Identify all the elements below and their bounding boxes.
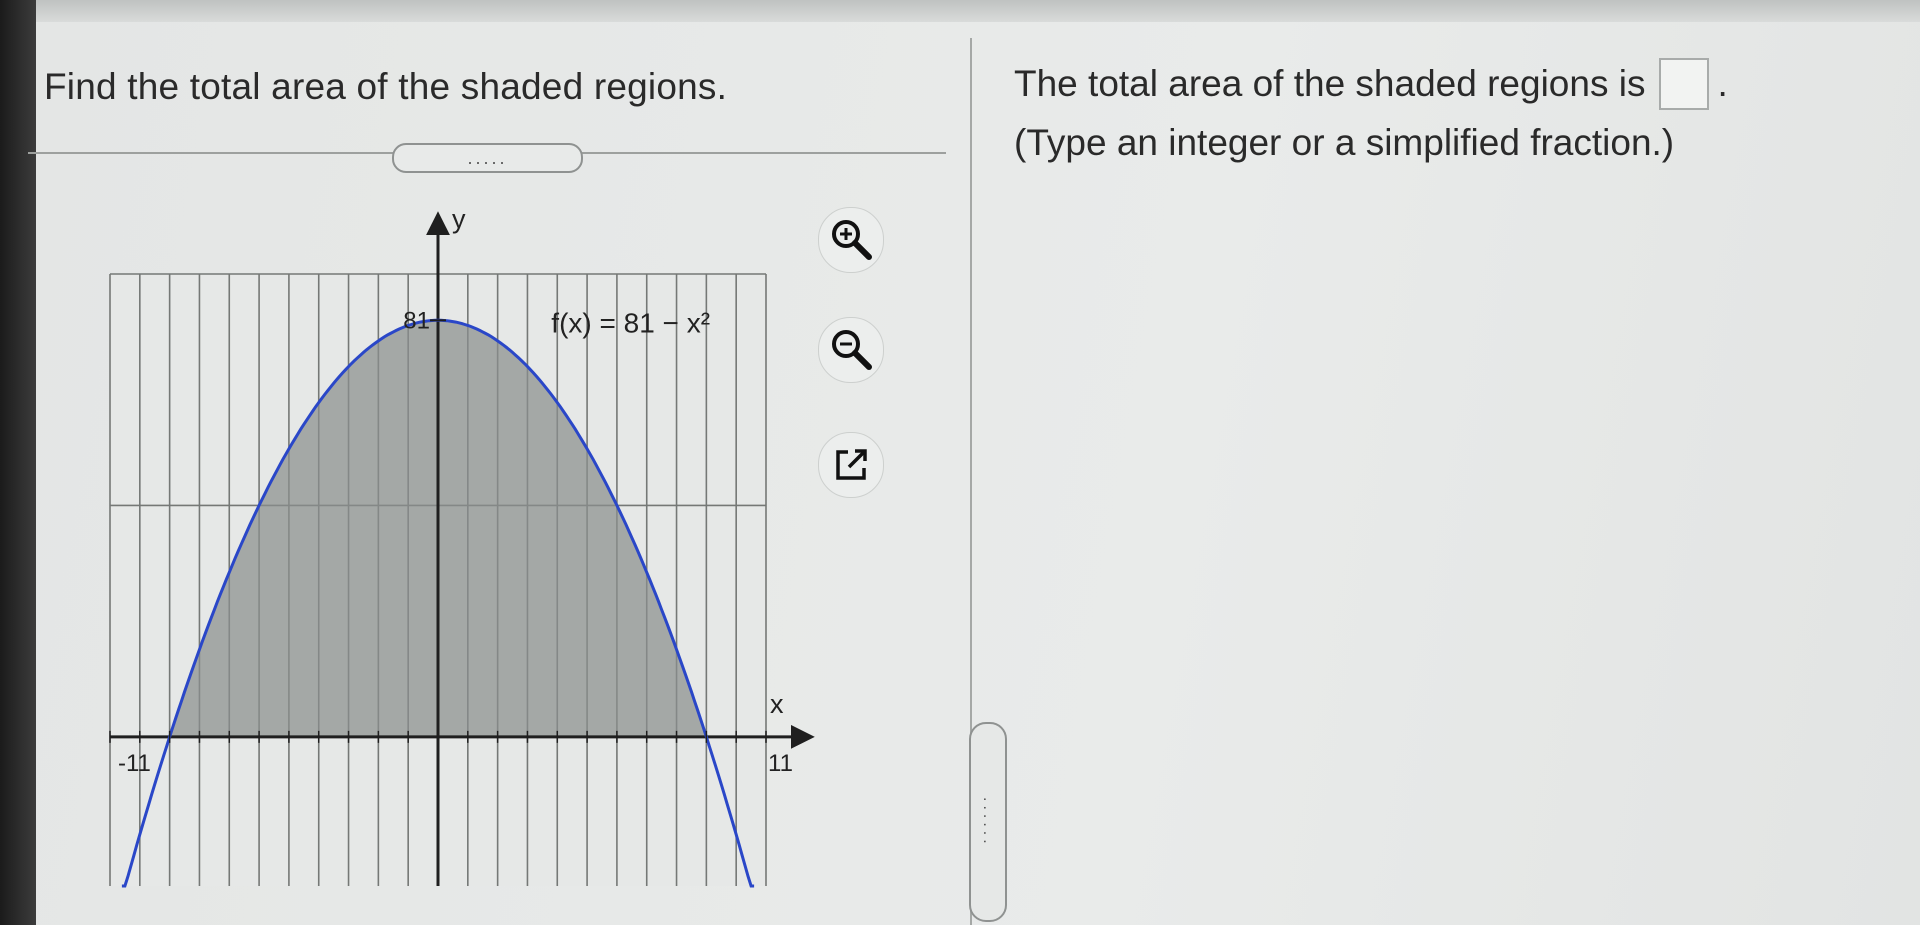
open-in-new-window-button[interactable] [818, 432, 884, 498]
x-axis-label: x [770, 689, 784, 719]
external-link-icon [836, 449, 867, 480]
function-label: f(x) = 81 − x² [551, 307, 710, 338]
y-axis-label: y [452, 204, 466, 234]
answer-statement: The total area of the shaded regions is … [1014, 58, 1728, 110]
answer-input[interactable] [1659, 58, 1710, 110]
x-tick-label-right: 11 [768, 750, 793, 777]
zoom-out-icon [832, 330, 872, 370]
y-tick-label-81: 81 [403, 307, 430, 334]
zoom-in-button[interactable] [818, 207, 884, 273]
splitter-handle[interactable]: ...... [969, 722, 1007, 922]
answer-prompt: The total area of the shaded regions is [1014, 63, 1646, 104]
answer-period: . [1717, 63, 1728, 104]
zoom-in-icon [832, 220, 872, 260]
zoom-out-button[interactable] [818, 317, 884, 383]
answer-hint: (Type an integer or a simplified fractio… [1014, 122, 1675, 163]
x-tick-label-left: -11 [118, 750, 151, 777]
